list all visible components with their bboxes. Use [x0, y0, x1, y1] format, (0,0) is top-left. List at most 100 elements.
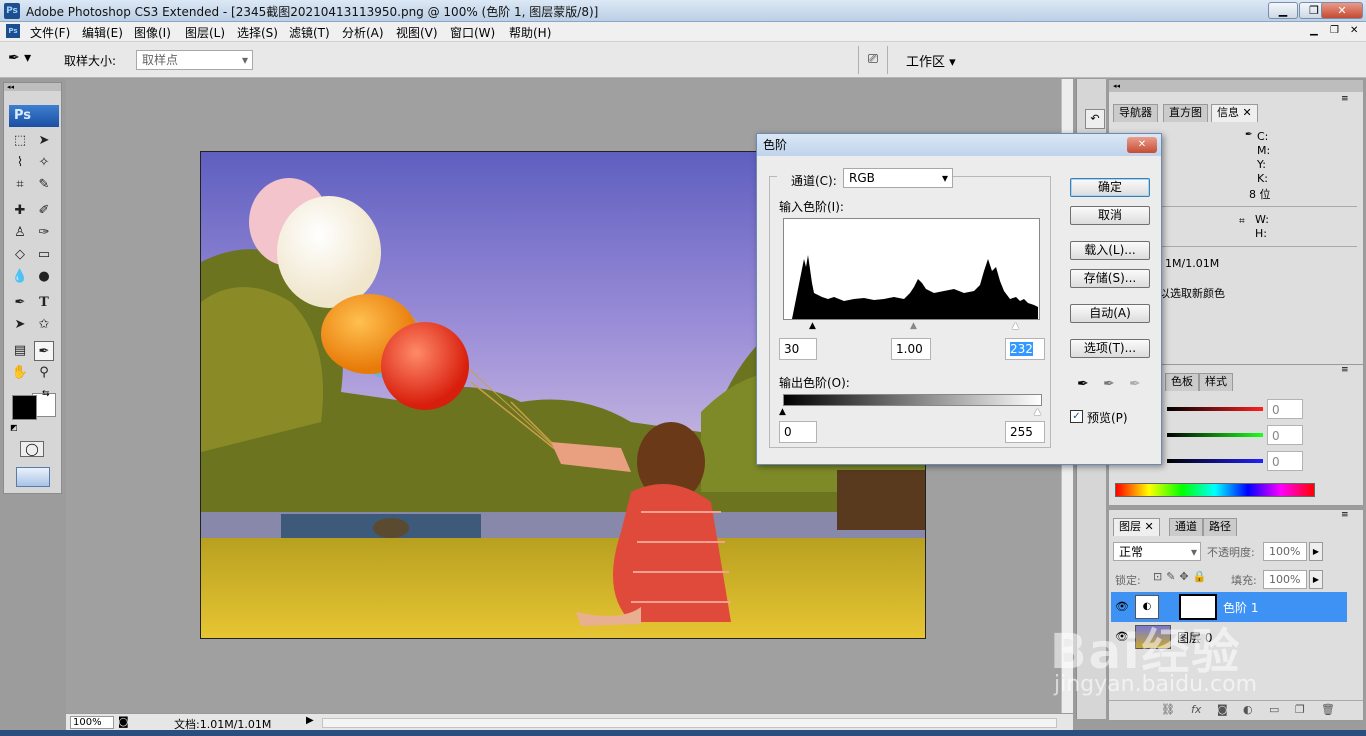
blend-mode-select[interactable]: 正常 ▾	[1113, 542, 1201, 561]
auto-button[interactable]: 自动(A)	[1070, 304, 1150, 323]
gradient-tool-icon[interactable]: ▭	[34, 245, 54, 265]
levels-dialog-close-button[interactable]: ✕	[1127, 137, 1157, 153]
brush-tool-icon[interactable]: ✐	[34, 201, 54, 221]
sample-size-select[interactable]: 取样点 ▾	[136, 50, 253, 70]
eyedropper-tool-preset[interactable]: ✒ ▾	[8, 50, 52, 70]
bridge-button[interactable]: ⎚	[858, 46, 888, 74]
clone-stamp-tool-icon[interactable]: ♙	[10, 223, 30, 243]
green-slider[interactable]	[1167, 433, 1263, 437]
history-brush-tool-icon[interactable]: ✑	[34, 223, 54, 243]
color-spectrum-bar[interactable]	[1115, 483, 1315, 497]
type-tool-icon[interactable]: T	[34, 293, 54, 313]
tab-swatches[interactable]: 色板	[1165, 373, 1199, 391]
swap-colors-icon[interactable]: ⇆	[42, 389, 50, 399]
marquee-tool-icon[interactable]: ⬚	[10, 131, 30, 151]
horizontal-scrollbar[interactable]	[322, 718, 1057, 728]
menu-layer[interactable]: 图层(L)	[185, 24, 225, 41]
tab-info[interactable]: 信息 ✕	[1211, 104, 1258, 122]
path-selection-tool-icon[interactable]: ➤	[10, 315, 30, 335]
custom-shape-tool-icon[interactable]: ✩	[34, 315, 54, 335]
blue-value[interactable]: 0	[1267, 451, 1303, 471]
preview-checkbox[interactable]: ✓	[1070, 410, 1083, 423]
tab-channels[interactable]: 通道	[1169, 518, 1203, 536]
tab-close-icon[interactable]: ✕	[1243, 106, 1252, 119]
screen-mode-icon[interactable]	[16, 467, 50, 487]
input-gamma-value[interactable]: 1.00	[891, 338, 931, 360]
new-layer-icon[interactable]: ❐	[1295, 703, 1305, 716]
eyedropper-tool-icon[interactable]: ✒	[34, 341, 54, 361]
save-button[interactable]: 存储(S)...	[1070, 269, 1150, 288]
status-arrow-icon[interactable]: ▶	[306, 715, 314, 726]
minimize-button[interactable]: ▁	[1268, 2, 1298, 19]
tab-close-icon[interactable]: ✕	[1145, 520, 1154, 533]
quick-mask-icon[interactable]: ◯	[20, 441, 44, 457]
move-tool-icon[interactable]: ➤	[34, 131, 54, 151]
doc-close-icon[interactable]: ✕	[1350, 25, 1358, 36]
lasso-tool-icon[interactable]: ⌇	[10, 153, 30, 173]
menu-help[interactable]: 帮助(H)	[509, 24, 551, 41]
options-button[interactable]: 选项(T)...	[1070, 339, 1150, 358]
input-white-value[interactable]: 232	[1005, 338, 1045, 360]
default-colors-icon[interactable]: ◩	[10, 423, 18, 432]
output-black-value[interactable]: 0	[779, 421, 817, 443]
healing-brush-tool-icon[interactable]: ✚	[10, 201, 30, 221]
panel-collapse-icon[interactable]: ◂◂	[1109, 80, 1363, 92]
new-adjustment-icon[interactable]: ◐	[1243, 703, 1253, 716]
slice-tool-icon[interactable]: ✎	[34, 175, 54, 195]
output-white-slider-icon[interactable]: ▲	[1034, 407, 1041, 417]
history-panel-icon[interactable]: ↶	[1085, 109, 1105, 129]
status-menu-icon[interactable]: ◙	[118, 715, 129, 728]
channel-select[interactable]: RGB ▾	[843, 168, 953, 188]
crop-tool-icon[interactable]: ⌗	[10, 175, 30, 195]
gray-point-eyedropper-icon[interactable]: ✒	[1103, 376, 1115, 392]
zoom-tool-icon[interactable]: ⚲	[34, 363, 54, 383]
output-black-slider-icon[interactable]: ▲	[779, 407, 786, 417]
link-layers-icon[interactable]: ⛓	[1161, 703, 1175, 716]
opacity-field[interactable]: 100%	[1263, 542, 1307, 561]
opacity-arrow-icon[interactable]: ▶	[1309, 542, 1323, 561]
blue-slider[interactable]	[1167, 459, 1263, 463]
levels-dialog-title[interactable]: 色阶	[757, 134, 1161, 156]
notes-tool-icon[interactable]: ▤	[10, 341, 30, 361]
ok-button[interactable]: 确定	[1070, 178, 1150, 197]
delete-layer-icon[interactable]: 🗑	[1321, 703, 1335, 716]
tab-layers[interactable]: 图层 ✕	[1113, 518, 1160, 536]
tab-paths[interactable]: 路径	[1203, 518, 1237, 536]
input-gamma-slider-icon[interactable]: ▲	[910, 321, 917, 331]
lock-icons[interactable]: ⊡✎✥🔒	[1153, 570, 1210, 583]
tab-styles[interactable]: 样式	[1199, 373, 1233, 391]
menu-file[interactable]: 文件(F)	[30, 24, 70, 41]
input-black-value[interactable]: 30	[779, 338, 817, 360]
hand-tool-icon[interactable]: ✋	[10, 363, 30, 383]
menu-edit[interactable]: 编辑(E)	[82, 24, 123, 41]
menu-select[interactable]: 选择(S)	[237, 24, 278, 41]
panel-menu-icon[interactable]: ≡	[1341, 510, 1349, 520]
toolbox-collapse-icon[interactable]: ◂◂	[4, 83, 61, 91]
panel-menu-icon[interactable]: ≡	[1341, 365, 1349, 375]
pen-tool-icon[interactable]: ✒	[10, 293, 30, 313]
output-white-value[interactable]: 255	[1005, 421, 1045, 443]
fill-field[interactable]: 100%	[1263, 570, 1307, 589]
close-button[interactable]: ✕	[1321, 2, 1363, 19]
green-value[interactable]: 0	[1267, 425, 1303, 445]
tab-histogram[interactable]: 直方图	[1163, 104, 1208, 122]
menu-window[interactable]: 窗口(W)	[450, 24, 495, 41]
workspace-menu[interactable]: 工作区 ▾	[906, 51, 956, 70]
foreground-color-swatch[interactable]	[12, 395, 37, 420]
menu-image[interactable]: 图像(I)	[134, 24, 171, 41]
doc-restore-icon[interactable]: ❐	[1330, 25, 1339, 36]
add-mask-icon[interactable]: ◙	[1217, 703, 1228, 716]
eraser-tool-icon[interactable]: ◇	[10, 245, 30, 265]
dodge-tool-icon[interactable]: ●	[34, 267, 54, 287]
doc-minimize-icon[interactable]: ▁	[1310, 25, 1318, 36]
input-white-slider-icon[interactable]: ▲	[1012, 321, 1019, 331]
black-point-eyedropper-icon[interactable]: ✒	[1077, 376, 1089, 392]
menu-view[interactable]: 视图(V)	[396, 24, 438, 41]
magic-wand-tool-icon[interactable]: ✧	[34, 153, 54, 173]
cancel-button[interactable]: 取消	[1070, 206, 1150, 225]
red-slider[interactable]	[1167, 407, 1263, 411]
red-value[interactable]: 0	[1267, 399, 1303, 419]
white-point-eyedropper-icon[interactable]: ✒	[1129, 376, 1141, 392]
menu-filter[interactable]: 滤镜(T)	[289, 24, 330, 41]
layer-style-icon[interactable]: fx	[1191, 703, 1201, 716]
